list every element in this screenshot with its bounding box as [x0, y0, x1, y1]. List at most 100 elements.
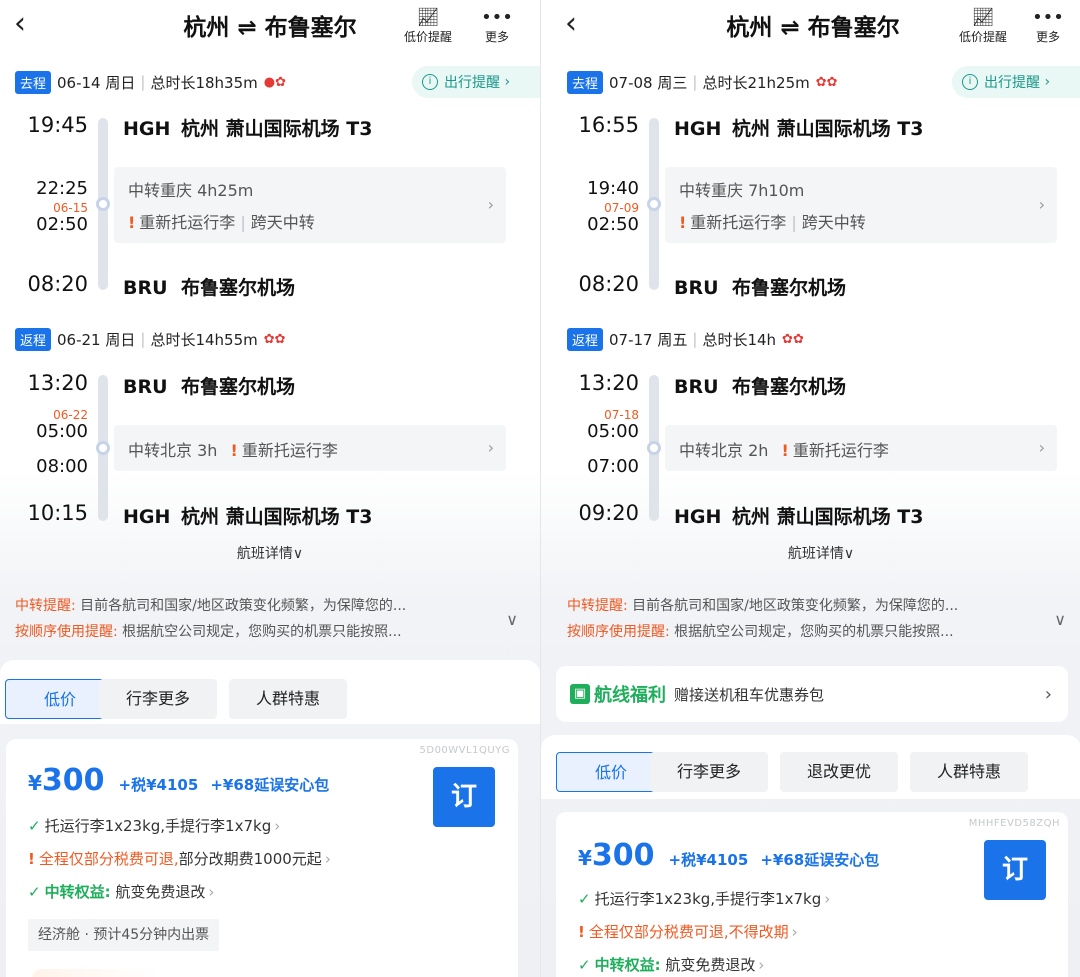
more-button[interactable]: ••• 更多	[1031, 6, 1065, 44]
flight-details-link[interactable]: 航班详情∨	[0, 543, 540, 563]
tab-group-deals[interactable]: 人群特惠	[910, 752, 1028, 792]
arr-transfer-time: 05:00	[36, 421, 88, 442]
airline-logo-icon: ✿✿	[782, 331, 804, 347]
return-arr-time: 10:15	[27, 501, 88, 525]
fare-tabs: 低价 行李更多 人群特惠	[0, 660, 540, 724]
travel-notice-button[interactable]: i 出行提醒 ›	[952, 66, 1080, 98]
transfer-box[interactable]: 中转重庆 7h10m ! 重新托运行李 | 跨天中转 ›	[665, 167, 1057, 243]
refund-feature[interactable]: ! 全程仅部分税费可退,部分改期费1000元起 ›	[28, 848, 331, 869]
left-panel: ‹ 杭州 ⇌ 布鲁塞尔 📈︎ 低价提醒 ••• 更多 去程 06-14 周日 |…	[0, 0, 540, 977]
timeline-dot	[96, 197, 110, 211]
transfer-benefit-feature[interactable]: ✓ 中转权益: 航变免费退改 ›	[578, 954, 764, 975]
refund-feature[interactable]: ! 全程仅部分税费可退,不得改期 ›	[578, 921, 798, 942]
next-day-date: 06-15	[53, 201, 88, 215]
warning-icon: !	[578, 923, 585, 941]
transfer-reminder[interactable]: 中转提醒: 目前各航司和国家/地区政策变化频繁，为保障您的...	[567, 593, 1047, 619]
offer-code: MHHFEVD58ZQH	[968, 818, 1060, 829]
offer-code: 5D00WVL1QUYG	[419, 745, 510, 756]
chevron-right-icon: ›	[487, 438, 494, 457]
baggage-feature[interactable]: ✓ 托运行李1x23kg,手提行李1x7kg ›	[578, 888, 830, 909]
return-arr-airport: HGH 杭州 萧山国际机场 T3	[674, 506, 924, 528]
chevron-down-icon[interactable]: ∨	[506, 610, 518, 629]
outbound-date: 06-14 周日	[57, 73, 136, 92]
right-panel: ‹ 杭州 ⇌ 布鲁塞尔 📈︎ 低价提醒 ••• 更多 去程 07-08 周三 |…	[540, 0, 1080, 977]
timeline-dot	[647, 441, 661, 455]
arr-transfer-time: 05:00	[587, 421, 639, 442]
check-icon: ✓	[28, 817, 41, 835]
airline-logo-icon: ✿✿	[263, 331, 286, 347]
chevron-right-icon: ›	[1038, 195, 1045, 214]
warning-icon: !	[679, 213, 687, 232]
travel-notice-button[interactable]: i 出行提醒 ›	[412, 66, 540, 98]
page-title: 杭州 ⇌ 布鲁塞尔	[183, 15, 357, 41]
chevron-right-icon: ›	[487, 195, 494, 214]
offer-card: MHHFEVD58ZQH ¥300 +税¥4105 +¥68延误安心包 订 ✓ 托运行…	[556, 812, 1068, 977]
warning-icon: !	[781, 441, 789, 460]
flight-details-link[interactable]: 航班详情∨	[551, 543, 1080, 563]
return-arr-airport: HGH 杭州 萧山国际机场 T3	[123, 506, 373, 528]
transfer-benefit-feature[interactable]: ✓ 中转权益: 航变免费退改 ›	[28, 881, 214, 902]
dep-airport: HGH 杭州 萧山国际机场 T3	[123, 118, 373, 140]
arr-airport: BRU 布鲁塞尔机场	[674, 277, 847, 299]
airline-logo-icon: ●✿	[263, 74, 286, 90]
tab-more-baggage[interactable]: 行李更多	[650, 752, 768, 792]
next-day-date: 07-09	[604, 201, 639, 215]
tab-better-refund[interactable]: 退改更优	[780, 752, 898, 792]
return-date: 06-21 周日	[57, 330, 136, 349]
transfer-box[interactable]: 中转北京 3h ! 重新托运行李 ›	[114, 425, 506, 471]
header: ‹ 杭州 ⇌ 布鲁塞尔 📈︎ 低价提醒 ••• 更多	[541, 0, 1080, 58]
gift-icon: ▣	[570, 684, 590, 704]
return-arr-time: 09:20	[578, 501, 639, 525]
price-alert-button[interactable]: 📈︎ 低价提醒	[959, 6, 1007, 44]
arr-transfer-time: 19:40	[587, 178, 639, 199]
check-icon: ✓	[578, 890, 591, 908]
price-alert-icon: 📈︎	[971, 7, 995, 28]
transfer-reminder[interactable]: 中转提醒: 目前各航司和国家/地区政策变化频繁，为保障您的...	[15, 593, 495, 619]
price-row: ¥300 +税¥4105 +¥68延误安心包	[578, 838, 880, 873]
dep-transfer-time: 08:00	[36, 456, 88, 477]
offer-card: 5D00WVL1QUYG ¥300 +税¥4105 +¥68延误安心包 订 ✓ 托运行…	[6, 739, 518, 977]
outbound-duration: 总时长18h35m	[150, 73, 258, 92]
book-button[interactable]: 订	[984, 840, 1046, 900]
return-header: 返程 06-21 周日 | 总时长14h55m ✿✿	[15, 325, 286, 353]
info-icon: i	[422, 74, 438, 90]
more-button[interactable]: ••• 更多	[480, 6, 514, 44]
order-reminder[interactable]: 按顺序使用提醒: 根据航空公司规定，您购买的机票只能按照...	[15, 619, 495, 645]
card-footer-hint	[32, 969, 160, 977]
dep-time: 16:55	[578, 113, 639, 137]
outbound-tag: 去程	[15, 70, 52, 94]
dep-transfer-time: 02:50	[36, 214, 88, 235]
return-dep-time: 13:20	[578, 371, 639, 395]
warning-icon: !	[230, 441, 238, 460]
baggage-feature[interactable]: ✓ 托运行李1x23kg,手提行李1x7kg ›	[28, 815, 280, 836]
outbound-header: 去程 07-08 周三 | 总时长21h25m ✿✿	[567, 68, 838, 96]
fare-tabs: 低价 行李更多 退改更优 人群特惠	[541, 735, 1080, 799]
dep-transfer-time: 07:00	[587, 456, 639, 477]
warning-icon: !	[128, 213, 136, 232]
outbound-header: 去程 06-14 周日 | 总时长18h35m ●✿	[15, 68, 286, 96]
info-icon: i	[962, 74, 978, 90]
arr-time: 08:20	[27, 272, 88, 296]
order-reminder[interactable]: 按顺序使用提醒: 根据航空公司规定，您购买的机票只能按照...	[567, 619, 1047, 645]
transfer-box[interactable]: 中转重庆 4h25m ! 重新托运行李 | 跨天中转 ›	[114, 167, 506, 243]
book-button[interactable]: 订	[433, 767, 495, 827]
timeline-dot	[96, 441, 110, 455]
arr-time: 08:20	[578, 272, 639, 296]
more-icon: •••	[1032, 7, 1064, 28]
dep-transfer-time: 02:50	[587, 214, 639, 235]
arr-transfer-time: 22:25	[36, 178, 88, 199]
price-alert-button[interactable]: 📈︎ 低价提醒	[404, 6, 452, 44]
tab-more-baggage[interactable]: 行李更多	[99, 679, 217, 719]
transfer-box[interactable]: 中转北京 2h ! 重新托运行李 ›	[665, 425, 1057, 471]
dep-airport: HGH 杭州 萧山国际机场 T3	[674, 118, 924, 140]
return-dep-airport: BRU 布鲁塞尔机场	[123, 376, 296, 398]
arr-airport: BRU 布鲁塞尔机场	[123, 277, 296, 299]
tab-group-deals[interactable]: 人群特惠	[229, 679, 347, 719]
cabin-info: 经济舱 · 预计45分钟内出票	[28, 919, 220, 951]
airline-logo-icon: ✿✿	[815, 74, 838, 90]
next-day-date: 07-18	[604, 408, 639, 422]
header: ‹ 杭州 ⇌ 布鲁塞尔 📈︎ 低价提醒 ••• 更多	[0, 0, 540, 58]
chevron-down-icon[interactable]: ∨	[1054, 610, 1066, 629]
chevron-right-icon: ›	[1044, 683, 1052, 705]
route-benefit-banner[interactable]: ▣ 航线福利 赠接送机租车优惠券包 ›	[556, 666, 1068, 722]
